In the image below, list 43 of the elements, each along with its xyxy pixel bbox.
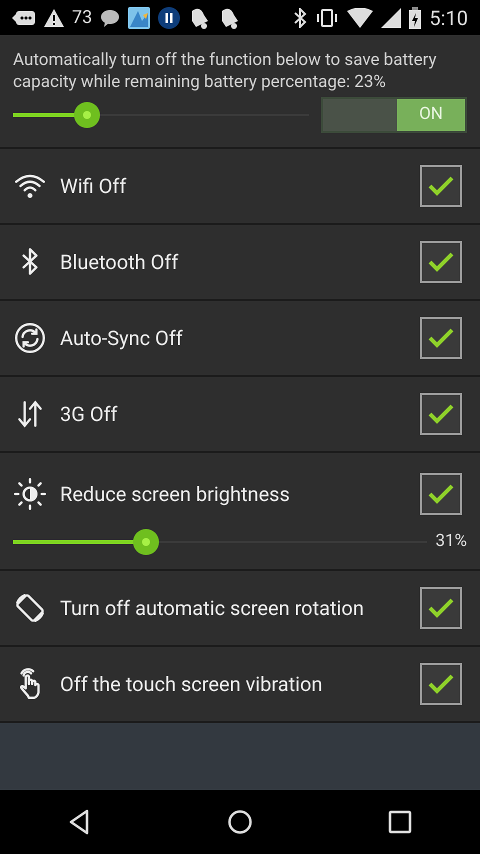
option-label: Off the touch screen vibration: [60, 671, 324, 698]
checkbox[interactable]: [420, 663, 462, 705]
option-label: Turn off automatic screen rotation: [60, 595, 365, 622]
checkbox[interactable]: [420, 241, 462, 283]
clock-time: 5:10: [429, 4, 468, 32]
check-icon: [427, 673, 455, 695]
checkbox[interactable]: [420, 317, 462, 359]
checkbox[interactable]: [420, 587, 462, 629]
pause-icon: [158, 6, 180, 28]
check-icon: [427, 251, 455, 273]
sync-icon: [13, 321, 47, 355]
checkbox[interactable]: [420, 393, 462, 435]
option-label: Reduce screen brightness: [60, 481, 291, 508]
slider[interactable]: [13, 102, 309, 128]
overview-icon[interactable]: [387, 809, 413, 835]
battery-icon: [409, 6, 422, 28]
warning-icon: [44, 8, 64, 26]
option-label: Bluetooth Off: [60, 249, 180, 276]
speech-bubble-icon: [100, 8, 120, 26]
description-text: Automatically turn off the function below to save battery capacity while remaining battery percentage: 23%: [13, 49, 438, 93]
home-icon[interactable]: [227, 809, 253, 835]
notification-count: 73: [72, 6, 92, 30]
brightness-value: 31%: [435, 530, 467, 554]
brightness-icon: [13, 477, 47, 511]
wifi-signal-icon: [347, 8, 374, 28]
check-icon: [427, 597, 455, 619]
check-icon: [427, 483, 455, 505]
check-icon: [427, 403, 455, 425]
cell-signal-icon: [381, 8, 402, 28]
slider[interactable]: [13, 529, 428, 555]
check-icon: [427, 175, 455, 197]
option-label: Wifi Off: [60, 173, 128, 200]
rotate-screen-icon: [13, 591, 47, 625]
map-app-icon: [128, 6, 150, 28]
checkbox[interactable]: [420, 165, 462, 207]
toggle-switch[interactable]: ON: [321, 97, 467, 133]
bluetooth-icon: [293, 8, 308, 28]
option-label: Auto-Sync Off: [60, 325, 184, 352]
checkbox[interactable]: [420, 473, 462, 515]
option-label: 3G Off: [60, 401, 118, 428]
vibrate-icon: [315, 8, 340, 28]
check-icon: [427, 327, 455, 349]
chat-icon: [12, 10, 36, 26]
